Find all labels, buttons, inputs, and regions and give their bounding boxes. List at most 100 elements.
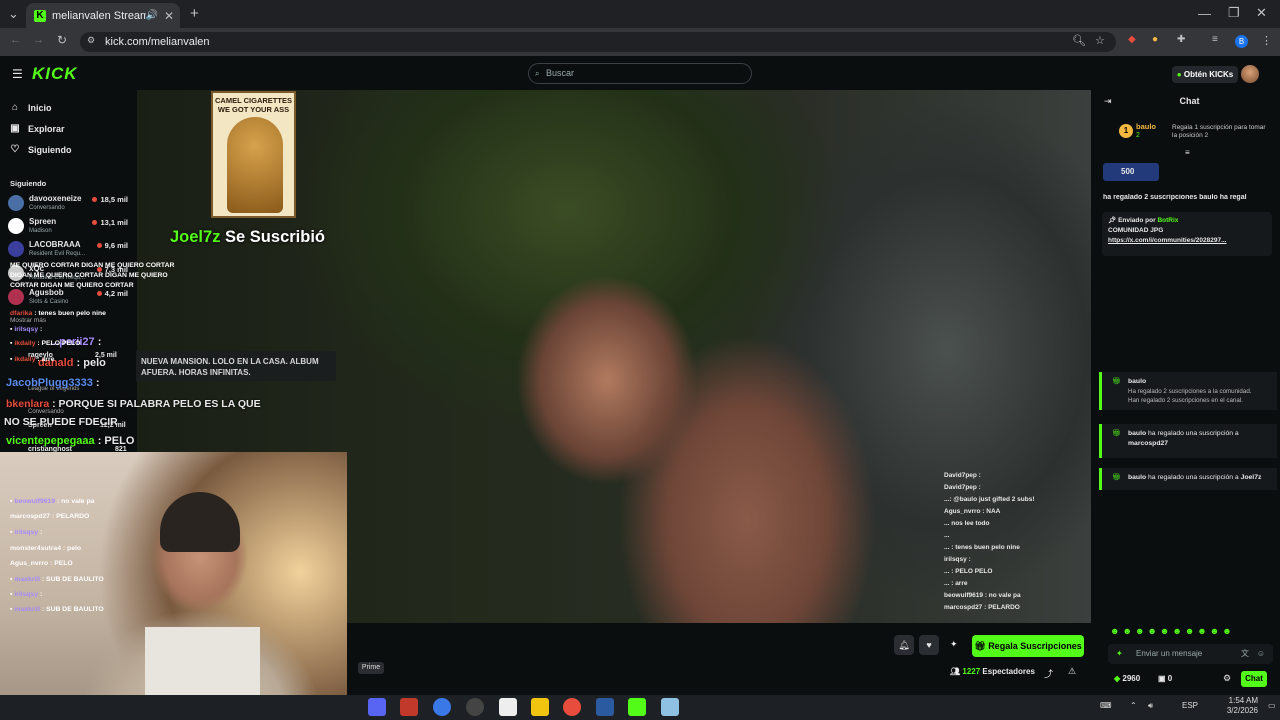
nav-explore[interactable]: ▣ Explorar xyxy=(10,123,64,134)
sub-alert: Joel7z Se Suscribió xyxy=(170,228,325,247)
chat-username[interactable]: Agus_nvrro xyxy=(10,560,48,567)
bookmark-star-icon[interactable]: ☆ xyxy=(1095,34,1105,47)
following-heading: Siguiendo xyxy=(10,179,47,188)
volume-icon[interactable]: 🔊︎ xyxy=(1148,701,1153,711)
chat-username[interactable]: monster4sutra4 xyxy=(10,545,61,552)
chat-input[interactable]: ✦ Enviar un mensaje 文 ☺ xyxy=(1108,644,1273,664)
user-avatar[interactable] xyxy=(1241,65,1259,83)
nav-home[interactable]: ⌂ Inicio xyxy=(10,102,52,113)
reload-icon[interactable]: ↻ xyxy=(57,33,67,47)
minimize-icon[interactable]: — xyxy=(1198,6,1211,21)
top-gifter-name[interactable]: baulo xyxy=(1136,122,1156,131)
channel-avatar xyxy=(8,289,24,305)
kick-logo[interactable]: KICK xyxy=(32,64,78,84)
chat-text: : pelo xyxy=(62,545,82,552)
forward-icon[interactable]: → xyxy=(33,34,44,46)
chat-username[interactable]: maxkrill xyxy=(14,576,40,583)
app-icon[interactable] xyxy=(400,698,418,716)
browser-tab[interactable]: K melianvalen Stream - Watch 🔊 ✕ xyxy=(26,3,180,28)
file-explorer-icon[interactable] xyxy=(531,698,549,716)
search-input[interactable]: ⌕ Buscar xyxy=(528,63,752,84)
notification-bell-icon[interactable]: 🔔︎ xyxy=(894,635,914,655)
mini-chat-line: David7pep : xyxy=(944,484,981,491)
chat-username[interactable]: ikdaily xyxy=(14,356,35,363)
share-icon[interactable]: ⤴ xyxy=(1044,667,1053,680)
speaker-icon[interactable]: 🔊 xyxy=(146,10,158,21)
chat-send-button[interactable]: Chat xyxy=(1241,671,1267,687)
follow-heart-icon[interactable]: ♥ xyxy=(919,635,939,655)
emote-bar[interactable]: ☻☻☻☻☻☻☻☻☻☻ xyxy=(1110,626,1275,638)
site-info-icon[interactable]: ⚙ xyxy=(87,35,95,46)
close-window-icon[interactable]: ✕ xyxy=(1256,5,1267,21)
gift-icon: 🎁︎ xyxy=(974,641,989,651)
browser-menu-icon[interactable]: ⋮ xyxy=(1261,34,1272,47)
subs-count[interactable]: ▣ 0 xyxy=(1158,674,1172,683)
keyboard-icon[interactable]: ⌨ xyxy=(1100,701,1112,710)
clock-time[interactable]: 1:54 AM xyxy=(1206,696,1258,705)
gift-target[interactable]: marcospd27 xyxy=(1128,439,1271,449)
maximize-icon[interactable]: ❐ xyxy=(1228,5,1240,21)
kicks-leaderboard-badge[interactable]: 500 xyxy=(1103,163,1159,181)
tab-list-icon[interactable]: ⌄ xyxy=(8,6,19,22)
input-language[interactable]: ESP xyxy=(1182,701,1198,710)
chat-username[interactable]: dfarika xyxy=(10,310,32,317)
hamburger-menu-icon[interactable]: ☰ xyxy=(12,67,23,81)
report-icon[interactable]: ⚠ xyxy=(1068,666,1076,677)
reading-list-icon[interactable]: ≡ xyxy=(1212,34,1218,45)
chrome-icon[interactable] xyxy=(433,698,451,716)
new-tab-icon[interactable]: + xyxy=(190,5,199,22)
gift-plus-icon[interactable]: ✦ xyxy=(950,639,958,650)
gift-subs-button[interactable]: 🎁︎ Regala Suscripciones xyxy=(972,635,1084,657)
clock-date[interactable]: 3/2/2026 xyxy=(1206,706,1258,715)
app-icon[interactable] xyxy=(499,698,517,716)
gift-user[interactable]: baulo xyxy=(1128,377,1271,387)
chat-settings-icon[interactable]: ⚙ xyxy=(1223,673,1231,684)
app-icon[interactable] xyxy=(596,698,614,716)
gift-target[interactable]: Joel7z xyxy=(1241,474,1262,481)
pinned-link[interactable]: https://x.com/i/communities/2028297... xyxy=(1108,236,1266,246)
discord-icon[interactable] xyxy=(368,698,386,716)
extensions-puzzle-icon[interactable]: ✚ xyxy=(1177,34,1185,45)
notifications-icon[interactable]: ▭ xyxy=(1268,701,1276,710)
emoji-icon[interactable]: ☺ xyxy=(1257,644,1265,664)
chat-username[interactable]: irilsqsy xyxy=(14,591,38,598)
kick-app-icon[interactable] xyxy=(628,698,646,716)
overlay-chat-line: vicentepepegaaa : PELO xyxy=(6,435,134,447)
chat-message: marcospd27 : PELARDO xyxy=(10,512,175,522)
pinned-title: COMUNIDAD JPG xyxy=(1108,227,1164,234)
chat-text: : xyxy=(40,326,43,333)
app-icon[interactable] xyxy=(661,698,679,716)
chat-username[interactable]: marcospd27 xyxy=(10,513,50,520)
chat-username[interactable]: irilsqsy xyxy=(14,529,38,536)
profile-icon[interactable]: B xyxy=(1235,35,1248,48)
stream-info-bar xyxy=(347,623,1091,695)
chat-username[interactable]: irilsqsy xyxy=(14,326,38,333)
chat-username[interactable]: ikdaily xyxy=(14,340,35,347)
app-icon[interactable] xyxy=(466,698,484,716)
followed-channel[interactable]: davooxeneize Conversando 18,5 mil xyxy=(8,192,132,214)
url-field[interactable]: kick.com/melianvalen xyxy=(80,32,1116,52)
chat-text: : PELO xyxy=(50,560,73,567)
mini-chat-line: beowulf9619 : no vale pa xyxy=(944,592,1021,599)
translate-icon[interactable]: 文 xyxy=(1241,644,1249,664)
channel-viewers: 9,6 mil xyxy=(97,241,128,250)
stream-mini-chat: David7pep : David7pep : ...: @baulo just… xyxy=(944,470,1092,620)
followed-channel[interactable]: LACOBRAAA Resident Evil Requ... 9,6 mil xyxy=(8,238,132,260)
chat-username[interactable]: beowulf9619 xyxy=(14,498,55,505)
pinned-sent-by: Enviado por xyxy=(1118,217,1156,224)
extension-icon[interactable]: ◆ xyxy=(1128,34,1136,45)
gift-user[interactable]: baulo xyxy=(1128,474,1146,481)
back-icon[interactable]: ← xyxy=(10,34,21,46)
leaderboard-expand-icon[interactable]: ≡ xyxy=(1185,148,1190,157)
nav-following[interactable]: ♡ Siguiendo xyxy=(10,144,72,155)
chat-username[interactable]: maxkrill xyxy=(14,606,40,613)
kicks-balance[interactable]: ◆ 2960 xyxy=(1114,674,1140,683)
tray-chevron-icon[interactable]: ⌃ xyxy=(1130,701,1137,710)
gift-user[interactable]: baulo xyxy=(1128,430,1146,437)
followed-channel[interactable]: Spreen Madison 13,1 mil xyxy=(8,215,132,237)
get-kicks-button[interactable]: ● Obtén KICKs xyxy=(1172,66,1238,83)
extension-icon[interactable]: ● xyxy=(1152,34,1158,45)
zoom-icon[interactable]: 🔍︎ xyxy=(1072,34,1086,47)
opera-icon[interactable] xyxy=(563,698,581,716)
close-tab-icon[interactable]: ✕ xyxy=(162,9,176,23)
